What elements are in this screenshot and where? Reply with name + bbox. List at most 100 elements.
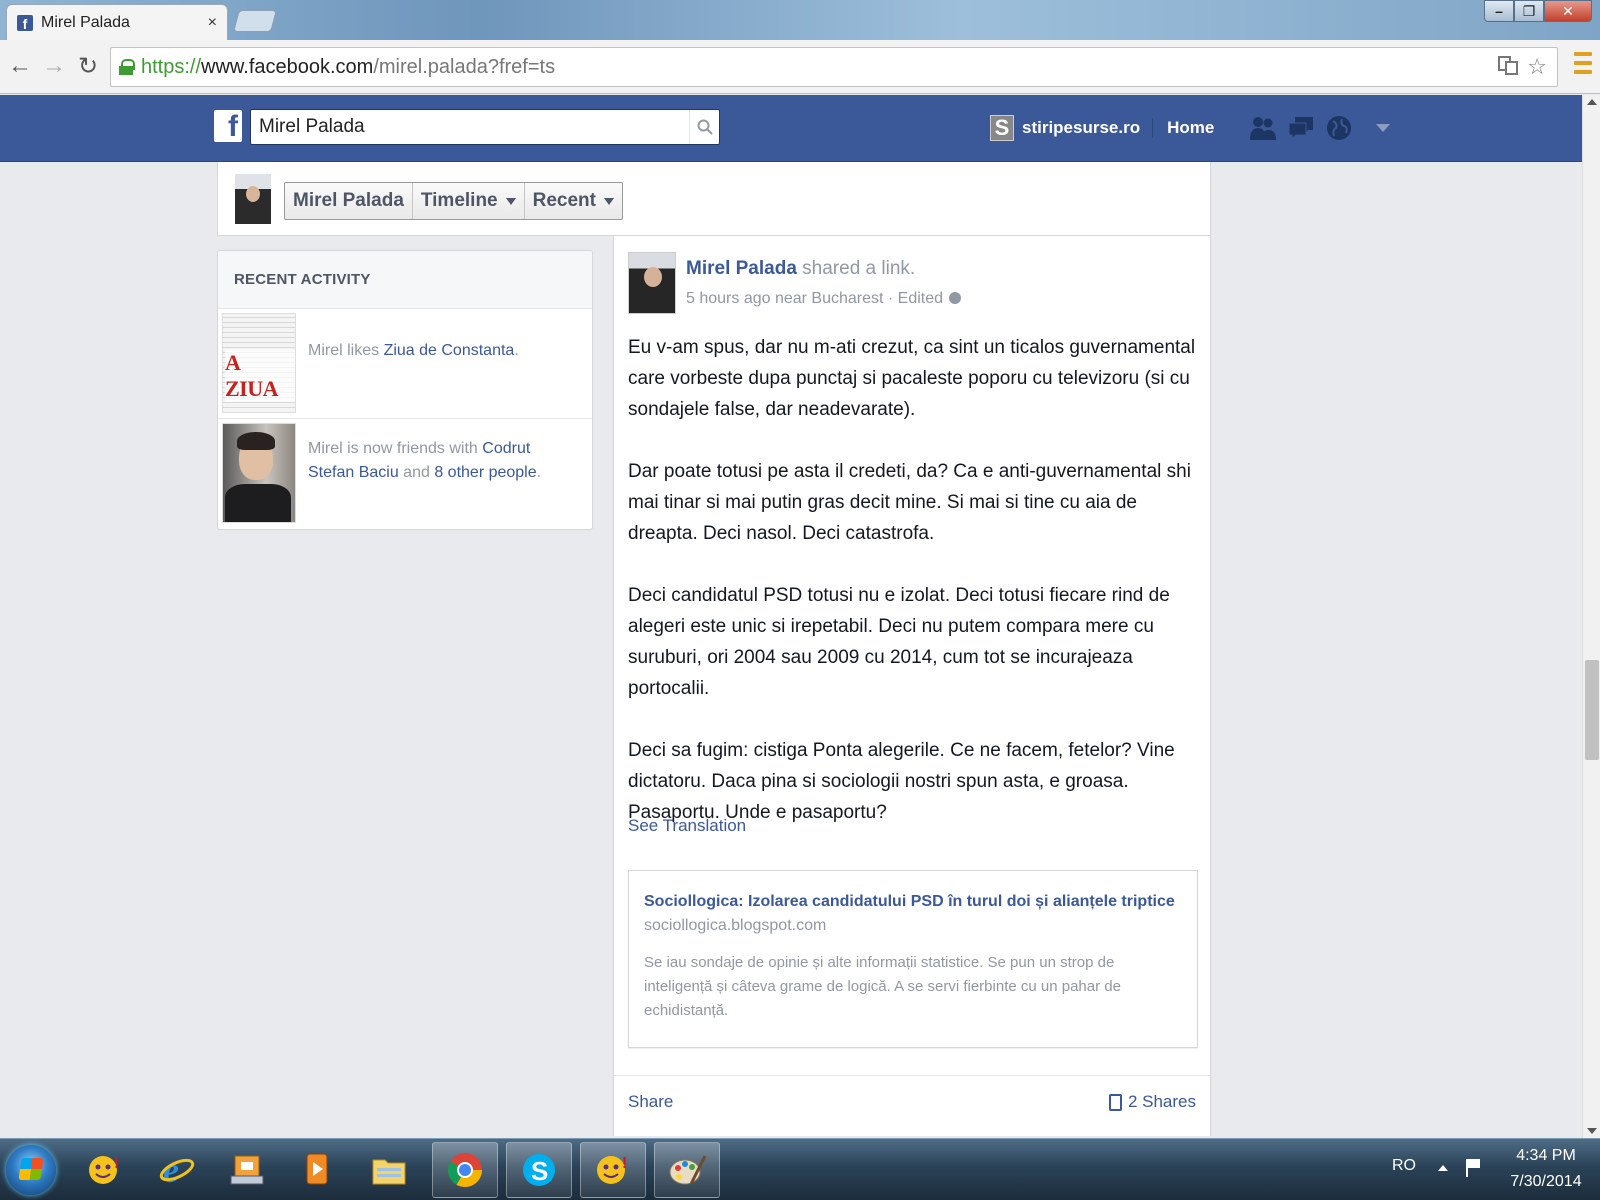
shares-doc-icon bbox=[1108, 1093, 1122, 1111]
window-titlebar: f Mirel Palada × – ❐ ✕ bbox=[0, 0, 1600, 40]
file-explorer-icon[interactable] bbox=[356, 1142, 422, 1198]
share-button[interactable]: Share bbox=[628, 1092, 673, 1112]
language-indicator[interactable]: RO bbox=[1392, 1157, 1416, 1175]
friend-requests-icon[interactable] bbox=[1248, 113, 1278, 143]
new-tab-button[interactable] bbox=[233, 10, 277, 32]
start-button-icon[interactable] bbox=[6, 1145, 56, 1195]
internet-explorer-icon[interactable]: e bbox=[144, 1142, 210, 1198]
shared-link-preview[interactable]: Sociollogica: Izolarea candidatului PSD … bbox=[628, 870, 1198, 1048]
activity-text: Mirel likes Ziua de Constanta. bbox=[308, 339, 568, 363]
facebook-search-box[interactable] bbox=[250, 109, 720, 145]
header-right-nav: S stiripesurse.ro Home bbox=[990, 111, 1391, 145]
link-title[interactable]: Sociollogica: Izolarea candidatului PSD … bbox=[644, 893, 1175, 911]
chrome-menu-icon[interactable] bbox=[1574, 52, 1592, 74]
page-link[interactable]: Ziua de Constanta bbox=[384, 342, 515, 359]
network-app-icon[interactable] bbox=[214, 1142, 280, 1198]
back-arrow-icon[interactable]: ← bbox=[6, 52, 34, 80]
profile-name-button[interactable]: Mirel Palada bbox=[285, 183, 413, 219]
ziua-newspaper-thumbnail[interactable]: A ZIUA bbox=[222, 313, 296, 413]
browser-toolbar: ← → ↻ https://www.facebook.com/mirel.pal… bbox=[0, 40, 1600, 94]
post-meta: 5 hours ago near Bucharest · Edited bbox=[686, 290, 962, 308]
activity-suffix: . bbox=[514, 342, 519, 359]
facebook-favicon-icon: f bbox=[17, 14, 33, 31]
page-scrollbar[interactable] bbox=[1582, 95, 1600, 1138]
friend-photo-thumbnail[interactable] bbox=[222, 423, 296, 523]
paint-icon[interactable] bbox=[654, 1142, 720, 1198]
translate-icon[interactable] bbox=[1497, 54, 1519, 82]
post-timestamp[interactable]: 5 hours ago near Bucharest · Edited bbox=[686, 290, 943, 307]
chevron-down-icon bbox=[603, 197, 614, 205]
timeline-selector-group: Mirel Palada Timeline Recent bbox=[284, 182, 623, 220]
url-path: /mirel.palada?fref=ts bbox=[373, 55, 556, 78]
clock-time[interactable]: 4:34 PM bbox=[1504, 1147, 1588, 1165]
recent-dropdown[interactable]: Recent bbox=[525, 183, 622, 219]
tab-title: Mirel Palada bbox=[41, 13, 130, 31]
show-hidden-icons-arrow-icon[interactable] bbox=[1438, 1165, 1448, 1171]
omnibox-actions: ☆ bbox=[1497, 54, 1547, 82]
list-item: A ZIUA Mirel likes Ziua de Constanta. bbox=[218, 309, 592, 419]
ziua-logo: A ZIUA bbox=[225, 350, 295, 402]
page-avatar[interactable]: S bbox=[990, 115, 1014, 141]
forward-arrow-icon[interactable]: → bbox=[40, 52, 68, 80]
scroll-up-arrow-icon[interactable] bbox=[1587, 99, 1597, 105]
media-player-icon[interactable] bbox=[284, 1142, 350, 1198]
restore-button[interactable]: ❐ bbox=[1514, 0, 1544, 22]
other-people-link[interactable]: 8 other people bbox=[434, 464, 536, 481]
close-window-button[interactable]: ✕ bbox=[1544, 0, 1592, 22]
notifications-globe-icon[interactable] bbox=[1324, 113, 1354, 143]
profile-sticky-header: Mirel Palada Timeline Recent bbox=[217, 162, 1211, 236]
svg-text:!: ! bbox=[114, 1155, 119, 1172]
action-center-flag-icon[interactable] bbox=[1466, 1159, 1480, 1177]
chrome-icon[interactable] bbox=[432, 1142, 498, 1198]
skype-icon[interactable]: S bbox=[506, 1142, 572, 1198]
post-header: Mirel Palada shared a link. bbox=[686, 258, 915, 280]
secure-lock-icon bbox=[119, 59, 135, 75]
tab-close-button[interactable]: × bbox=[208, 14, 217, 32]
timeline-label: Timeline bbox=[420, 190, 498, 211]
svg-text:!: ! bbox=[622, 1155, 627, 1172]
activity-prefix: Mirel is now friends with bbox=[308, 440, 483, 457]
account-menu-chevron-down-icon[interactable] bbox=[1376, 124, 1391, 132]
scrollbar-thumb[interactable] bbox=[1585, 660, 1599, 760]
home-link[interactable]: Home bbox=[1153, 118, 1214, 138]
system-tray: RO 4:34 PM 7/30/2014 bbox=[1390, 1139, 1600, 1200]
yahoo-messenger-icon[interactable]: ! bbox=[72, 1142, 138, 1198]
post-author-avatar[interactable] bbox=[628, 252, 676, 314]
reload-icon[interactable]: ↻ bbox=[74, 52, 102, 81]
link-description: Se iau sondaje de opinie și alte informa… bbox=[644, 954, 1121, 1019]
post-footer: Share 2 Shares bbox=[614, 1075, 1210, 1125]
bookmark-star-icon[interactable]: ☆ bbox=[1527, 54, 1547, 82]
activity-middle: and bbox=[398, 464, 435, 481]
post-paragraph: Eu v-am spus, dar nu m-ati crezut, ca si… bbox=[628, 337, 1196, 420]
yahoo-messenger-icon[interactable]: ! bbox=[580, 1142, 646, 1198]
clock-date[interactable]: 7/30/2014 bbox=[1504, 1173, 1588, 1191]
see-translation-link[interactable]: See Translation bbox=[628, 816, 746, 836]
shares-count-link[interactable]: 2 Shares bbox=[1108, 1092, 1196, 1112]
profile-name-label: Mirel Palada bbox=[293, 190, 404, 211]
activity-prefix: Mirel likes bbox=[308, 342, 384, 359]
timeline-dropdown[interactable]: Timeline bbox=[413, 183, 525, 219]
post-body: Eu v-am spus, dar nu m-ati crezut, ca si… bbox=[628, 332, 1198, 859]
url-domain: www.facebook.com bbox=[201, 55, 374, 78]
minimize-button[interactable]: – bbox=[1484, 0, 1514, 22]
chevron-down-icon bbox=[505, 197, 516, 205]
messages-icon[interactable] bbox=[1286, 113, 1316, 143]
recent-activity-heading: RECENT ACTIVITY bbox=[218, 251, 592, 309]
search-icon[interactable] bbox=[689, 110, 719, 144]
scroll-down-arrow-icon[interactable] bbox=[1587, 1128, 1597, 1134]
post-author-link[interactable]: Mirel Palada bbox=[686, 258, 797, 279]
profile-thumbnail[interactable] bbox=[235, 174, 271, 224]
post-paragraph: Deci candidatul PSD totusi nu e izolat. … bbox=[628, 585, 1170, 699]
address-bar[interactable]: https://www.facebook.com/mirel.palada?fr… bbox=[110, 47, 1558, 87]
url-scheme: https:// bbox=[141, 55, 202, 78]
recent-activity-card: RECENT ACTIVITY A ZIUA Mirel likes Ziua … bbox=[217, 250, 593, 530]
windows-taskbar: ! e S ! RO 4:34 PM 7/30/2014 bbox=[0, 1138, 1600, 1200]
post-paragraph: Deci sa fugim: cistiga Ponta alegerile. … bbox=[628, 740, 1175, 823]
svg-text:S: S bbox=[531, 1156, 548, 1186]
browser-tab-active[interactable]: f Mirel Palada × bbox=[6, 4, 228, 40]
globe-privacy-icon[interactable] bbox=[949, 292, 962, 304]
page-name-link[interactable]: stiripesurse.ro bbox=[1022, 118, 1154, 138]
facebook-logo-icon[interactable]: f bbox=[214, 110, 242, 142]
activity-text: Mirel is now friends with Codrut Stefan … bbox=[308, 437, 568, 485]
search-input[interactable] bbox=[251, 110, 689, 144]
